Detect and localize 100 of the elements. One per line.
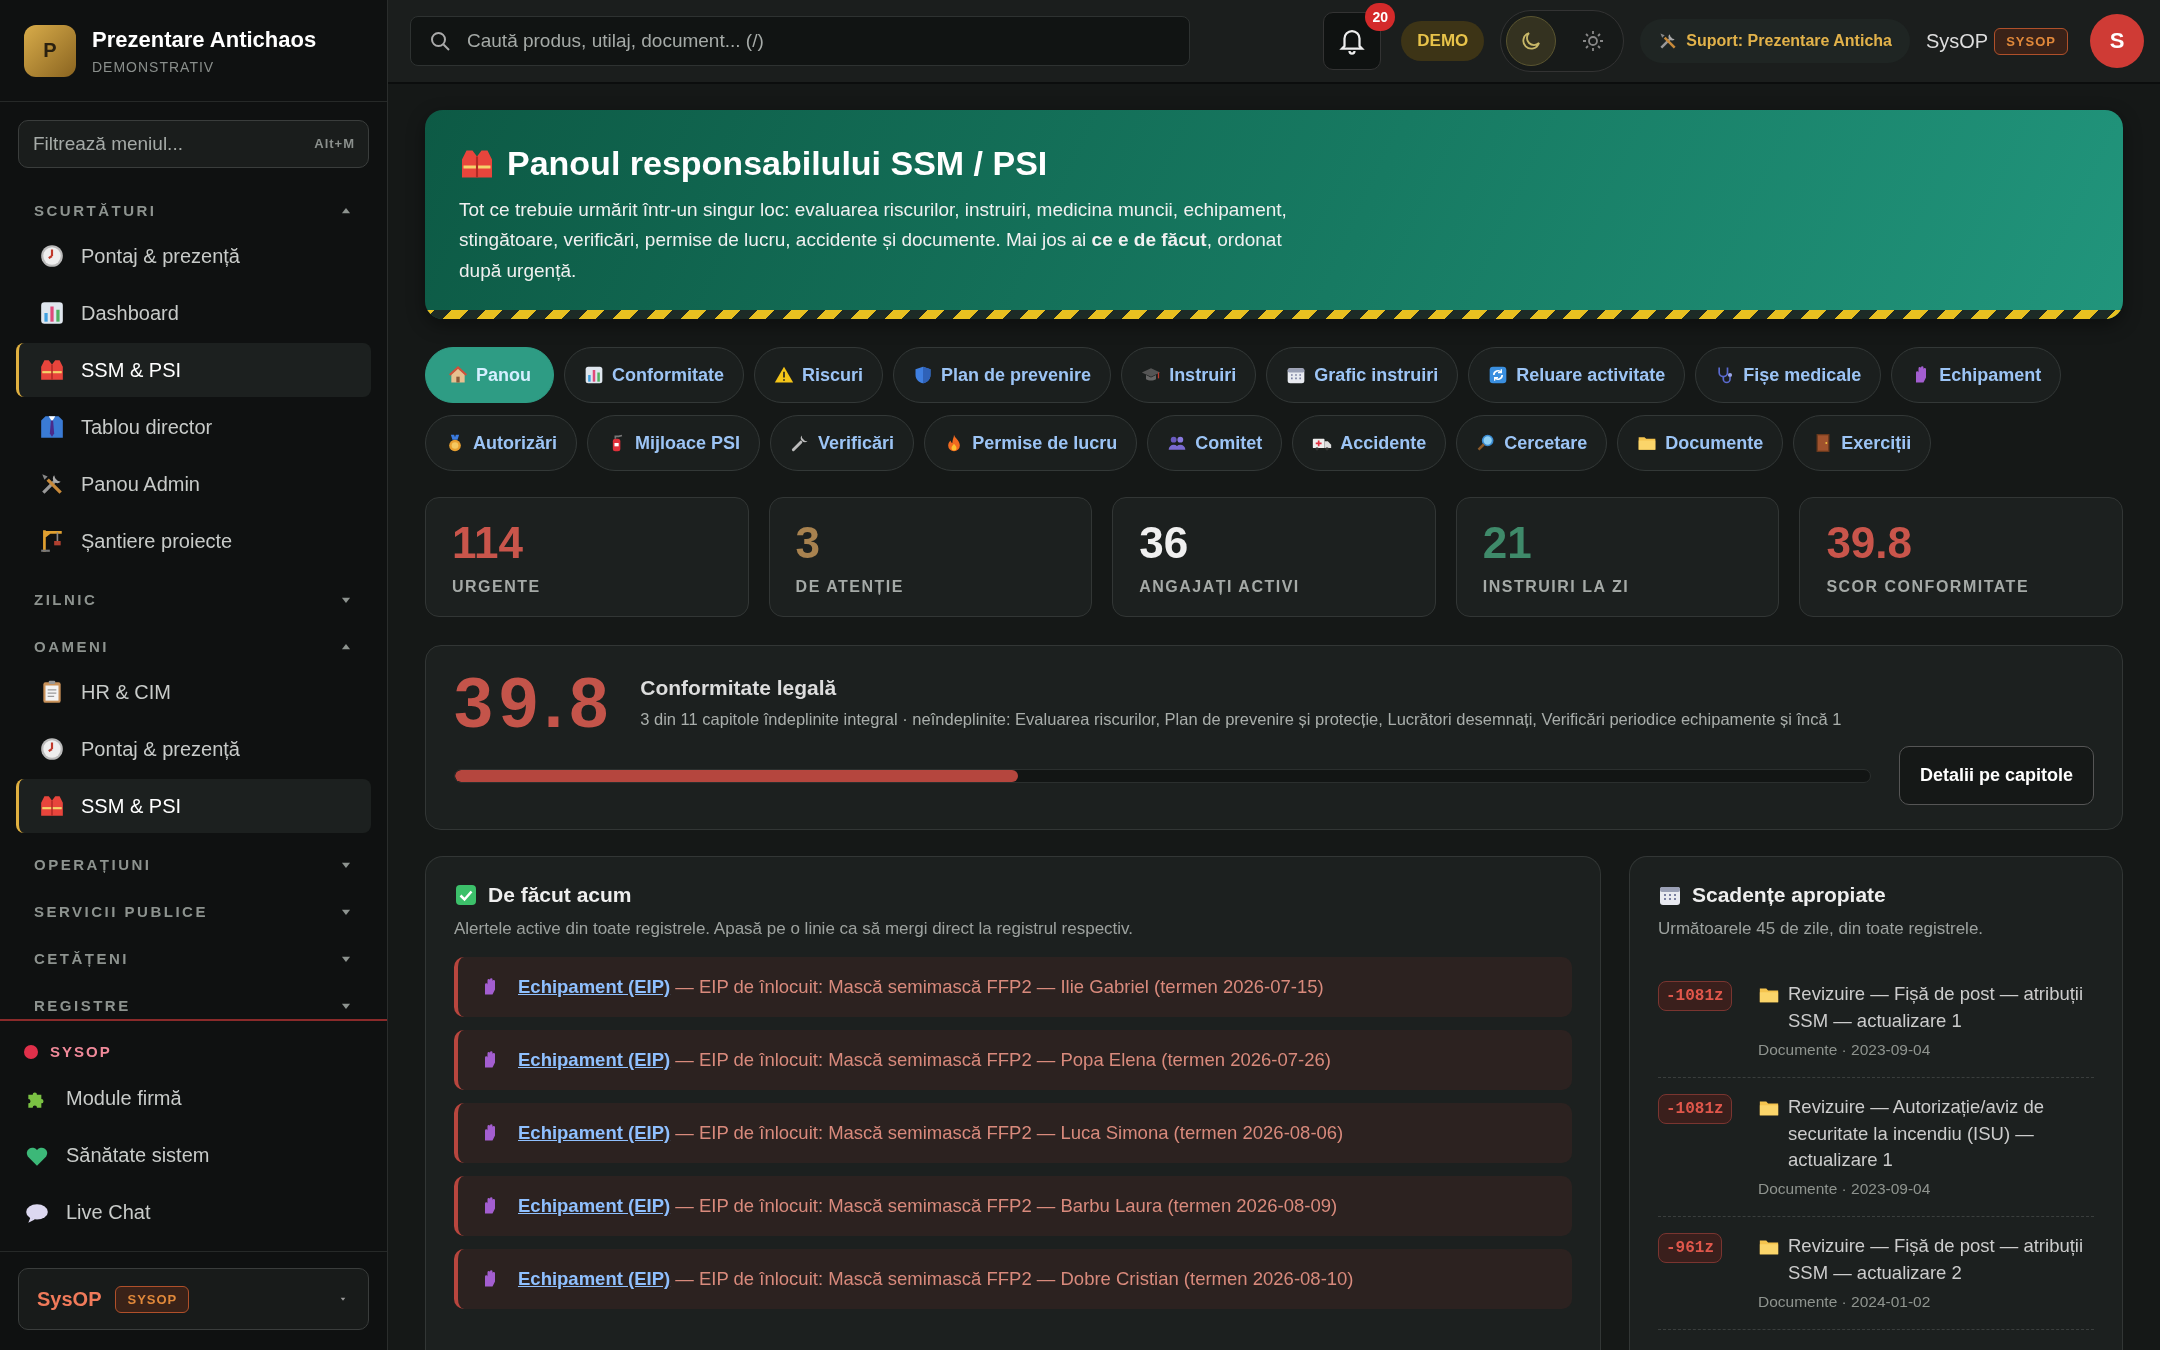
stat-label: URGENTE	[452, 578, 542, 597]
stat-label: ANGAJAȚI ACTIVI	[1139, 578, 1301, 597]
clock-icon	[39, 243, 65, 269]
tab[interactable]: Cercetare	[1456, 415, 1608, 472]
menu-item[interactable]: Dashboard	[16, 286, 371, 340]
checkbox-icon	[454, 883, 478, 908]
deadline-meta: Documente · 2023-09-04	[1758, 1040, 1932, 1059]
compliance-score: 39.8	[454, 668, 615, 739]
menu-section-header[interactable]: OAMENI	[16, 618, 371, 665]
menu-section-header[interactable]: CETĂȚENI	[16, 930, 371, 977]
menu-section-header[interactable]: SERVICII PUBLICE	[16, 883, 371, 930]
days-badge: -961z	[1658, 1233, 1722, 1264]
menu-section-header[interactable]: OPERAȚIUNI	[16, 836, 371, 883]
alert-row[interactable]: Echipament (EIP) — EIP de înlocuit: Mască semimască FFP2 — Barbu Laura (termen 2026-08-09)	[454, 1176, 1572, 1237]
vest-icon	[39, 793, 65, 819]
shirt-tie-icon	[39, 414, 65, 440]
details-button[interactable]: Detalii pe capitole	[1898, 746, 2094, 806]
card-description: 3 din 11 capitole îndeplinite integral · neîndeplinite: Evaluarea riscurilor, Plan de prevenire și protecție, Lucrători desemnați, Verificări periodice echipamente și încă 1	[640, 710, 1842, 730]
tab[interactable]: Reluare activitate	[1468, 347, 1686, 404]
tab[interactable]: Autorizări	[425, 415, 577, 472]
card-title: Scadențe apropiate	[1692, 883, 1886, 908]
register-link[interactable]: Echipament (EIP)	[518, 1268, 671, 1290]
menu-item[interactable]: Pontaj & prezență	[16, 722, 371, 776]
calendar-icon	[1286, 365, 1307, 386]
menu-section-header[interactable]: ZILNIC	[16, 571, 371, 618]
menu-item[interactable]: Module firmă	[20, 1070, 367, 1127]
tab[interactable]: Exerciții	[1793, 415, 1932, 472]
tab[interactable]: Verificări	[770, 415, 915, 472]
user-name: SysOP	[1925, 29, 1989, 53]
alert-row[interactable]: Echipament (EIP) — EIP de înlocuit: Mască semimască FFP2 — Dobre Cristian (termen 2026-08-10)	[454, 1249, 1572, 1310]
menu-item[interactable]: Live Chat	[20, 1184, 367, 1241]
tab[interactable]: Riscuri	[754, 347, 884, 404]
tab[interactable]: Mijloace PSI	[587, 415, 761, 472]
menu-item[interactable]: SSM & PSI	[16, 343, 371, 397]
logo: P	[24, 24, 76, 77]
menu-item[interactable]: SSM & PSI	[16, 779, 371, 833]
tab[interactable]: Fișe medicale	[1695, 347, 1882, 404]
alert-text: Echipament (EIP) — EIP de înlocuit: Mască semimască FFP2 — Barbu Laura (termen 2026-08-09)	[518, 1195, 1338, 1218]
menu-section-header[interactable]: REGISTRE	[16, 977, 371, 1019]
menu-item[interactable]: Panou Admin	[16, 457, 371, 511]
user-menu[interactable]: SysOP SYSOP	[18, 1268, 369, 1330]
tab[interactable]: Grafic instruiri	[1266, 347, 1459, 404]
stat-label: DE ATENȚIE	[795, 578, 905, 597]
deadline-title[interactable]: Revizuire — Fișă de post — atribuții SSM — actualizare 1	[1788, 981, 2094, 1035]
stat-value: 36	[1139, 518, 1190, 569]
page-title: Panoul responsabilului SSM / PSI	[507, 144, 1048, 183]
days-badge: -1081z	[1658, 981, 1732, 1012]
deadline-title[interactable]: Revizuire — Fișă de post — atribuții SSM — actualizare 2	[1788, 1233, 2094, 1287]
stat-value: 39.8	[1826, 518, 1914, 569]
alert-text: Echipament (EIP) — EIP de înlocuit: Mască semimască FFP2 — Dobre Cristian (termen 2026-08-10)	[518, 1268, 1354, 1291]
theme-button[interactable]	[1506, 16, 1557, 66]
tab[interactable]: Accidente	[1292, 415, 1447, 472]
card-subtitle: Alertele active din toate registrele. Apasă pe o linie ca să mergi direct la registrul respectiv.	[454, 919, 1135, 940]
alert-row[interactable]: Echipament (EIP) — EIP de înlocuit: Mască semimască FFP2 — Ilie Gabriel (termen 2026-07-15)	[454, 957, 1572, 1018]
notification-count: 20	[1365, 3, 1396, 31]
menu-item[interactable]: HR & CIM	[16, 665, 371, 719]
support-button[interactable]: Suport: Prezentare Anticha	[1640, 19, 1910, 63]
register-link[interactable]: Echipament (EIP)	[518, 1195, 671, 1217]
search-icon	[428, 29, 452, 53]
bar-chart-icon	[584, 365, 604, 386]
tab[interactable]: Documente	[1617, 415, 1784, 472]
stat-value: 3	[795, 518, 822, 569]
alert-row[interactable]: Echipament (EIP) — EIP de înlocuit: Mască semimască FFP2 — Popa Elena (termen 2026-07-26)	[454, 1030, 1572, 1091]
menu-item[interactable]: Pontaj & prezență	[16, 229, 371, 283]
deadline-meta: Documente · 2024-01-02	[1758, 1292, 1932, 1311]
status-dot	[24, 1044, 38, 1059]
tab[interactable]: Plan de prevenire	[893, 347, 1112, 404]
menu-item[interactable]: Sănătate sistem	[20, 1127, 367, 1184]
menu-item[interactable]: Tablou director	[16, 400, 371, 454]
tab[interactable]: Comitet	[1147, 415, 1283, 472]
stat-value: 21	[1482, 518, 1533, 569]
register-link[interactable]: Echipament (EIP)	[518, 1049, 671, 1071]
tab[interactable]: Conformitate	[564, 347, 744, 404]
tab[interactable]: Echipament	[1891, 347, 2062, 404]
tools-icon	[39, 471, 65, 497]
stat-label: SCOR CONFORMITATE	[1826, 578, 2031, 597]
stat-label: INSTRUIRI LA ZI	[1482, 578, 1631, 597]
tab[interactable]: Permise de lucru	[924, 415, 1138, 472]
search-field[interactable]: Caută produs, utilaj, document... (/)	[410, 16, 1190, 66]
warning-icon	[774, 365, 794, 386]
demo-badge: DEMO	[1401, 21, 1485, 61]
alert-text: Echipament (EIP) — EIP de înlocuit: Mască semimască FFP2 — Ilie Gabriel (termen 2026-07-15)	[518, 976, 1324, 999]
refresh-icon	[1488, 365, 1509, 386]
alert-text: Echipament (EIP) — EIP de înlocuit: Mască semimască FFP2 — Popa Elena (termen 2026-07-26)	[518, 1049, 1331, 1072]
page-description: Tot ce trebuie urmărit într-un singur loc: evaluarea riscurilor, instruiri, medicina muncii, echipament, stingătoare, verificări, permise de lucru, accidente și documente. Mai jos ai ce e de făcut, ordonat după urgență.	[459, 198, 1288, 283]
stat-value: 114	[452, 518, 524, 569]
deadline-title[interactable]: Revizuire — Autorizație/aviz de securitate la incendiu (ISU) — actualizare 1	[1788, 1093, 2094, 1175]
menu-item[interactable]: Șantiere proiecte	[16, 514, 371, 568]
avatar[interactable]: S	[2090, 14, 2144, 68]
role-badge: SYSOP	[115, 1285, 190, 1313]
alert-text: Echipament (EIP) — EIP de înlocuit: Mască semimască FFP2 — Luca Simona (termen 2026-08-06)	[518, 1122, 1344, 1145]
menu-section-header[interactable]: SCURTĂTURI	[16, 182, 371, 229]
card-subtitle: Următoarele 45 de zile, din toate registrele.	[1658, 919, 1985, 940]
days-badge: -1081z	[1658, 1093, 1732, 1124]
shortcut-hint: Alt+M	[314, 136, 355, 151]
tab[interactable]: Instruiri	[1121, 347, 1257, 404]
card-title: De făcut acum	[488, 883, 632, 908]
register-link[interactable]: Echipament (EIP)	[518, 976, 671, 998]
alert-row[interactable]: Echipament (EIP) — EIP de înlocuit: Mască semimască FFP2 — Luca Simona (termen 2026-08-06)	[454, 1103, 1572, 1164]
register-link[interactable]: Echipament (EIP)	[518, 1122, 671, 1144]
